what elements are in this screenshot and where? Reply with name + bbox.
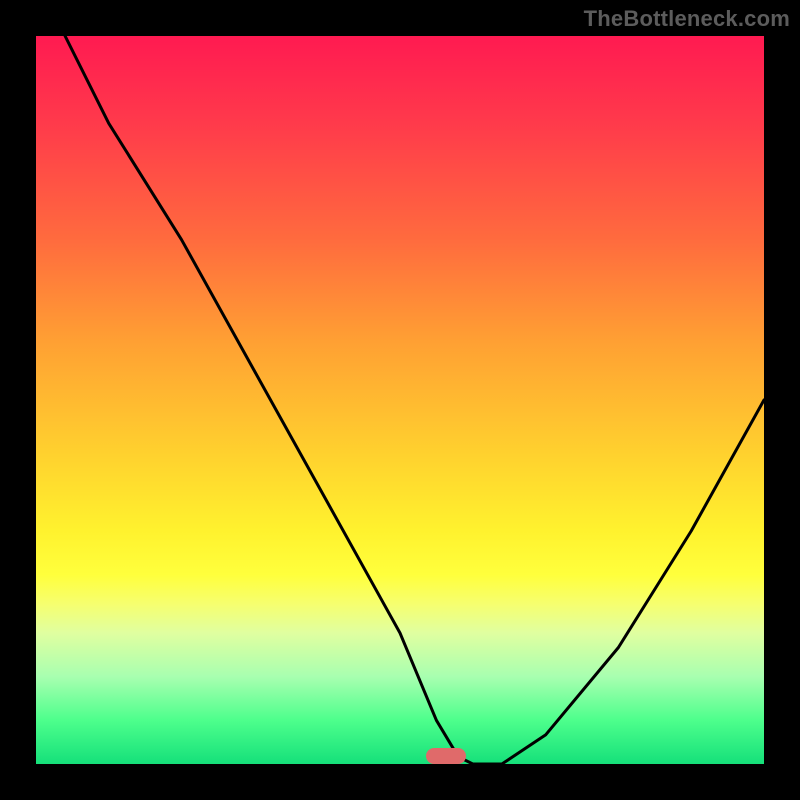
chart-container: TheBottleneck.com [0,0,800,800]
optimal-marker [426,748,466,764]
watermark-text: TheBottleneck.com [584,6,790,32]
bottleneck-curve [36,36,764,764]
